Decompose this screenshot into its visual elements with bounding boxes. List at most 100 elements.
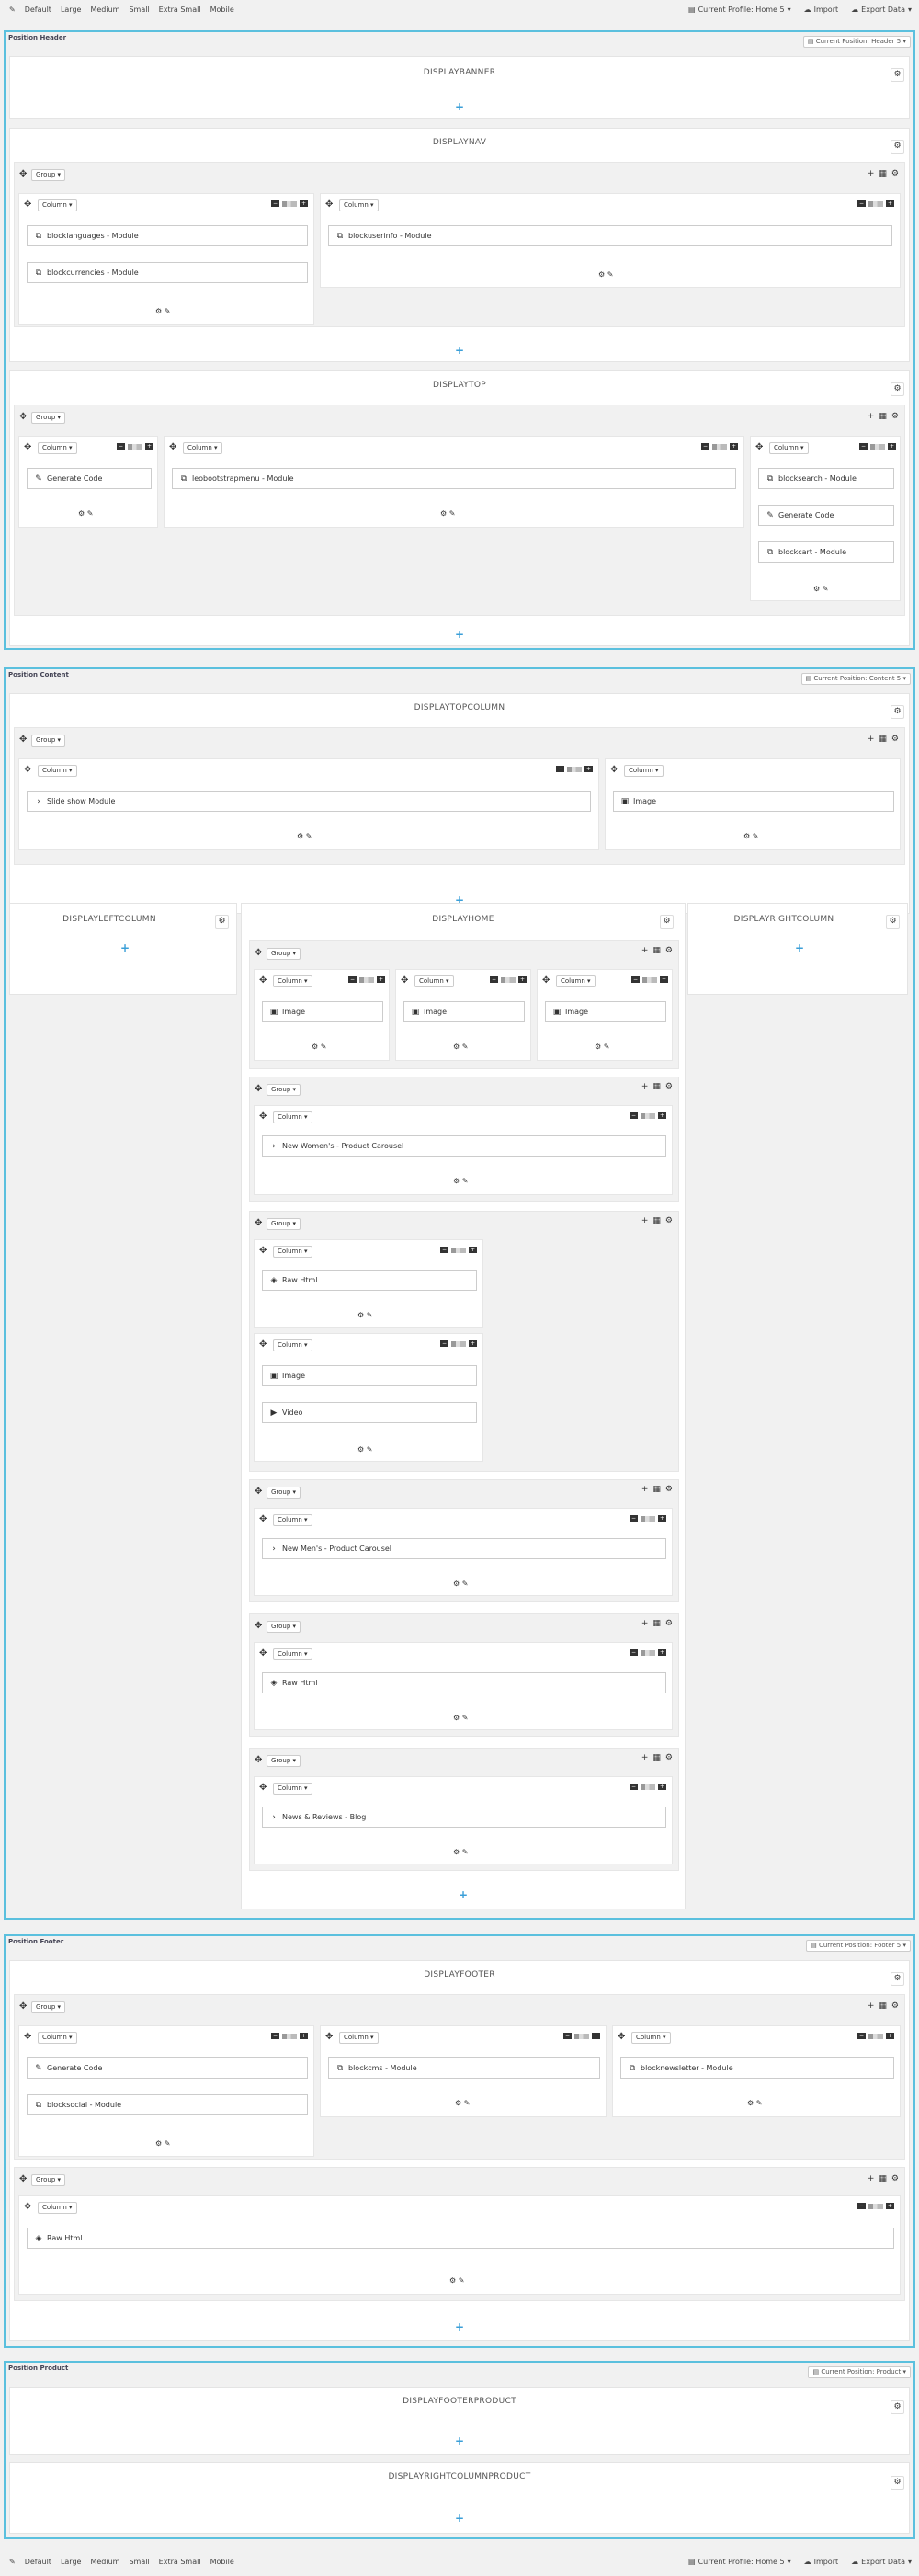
device-small[interactable]: Small	[129, 2558, 149, 2566]
plus-icon[interactable]: +	[377, 976, 385, 983]
device-medium[interactable]: Medium	[90, 2558, 119, 2566]
column-edit-icons[interactable]: ⚙ ✎	[357, 1446, 372, 1453]
column-edit-icons[interactable]: ⚙ ✎	[453, 1043, 468, 1051]
column-edit-icons[interactable]: ⚙ ✎	[449, 2277, 464, 2285]
move-icon[interactable]: ✥	[542, 976, 550, 986]
group-dropdown[interactable]: Group ▾	[267, 948, 301, 960]
profile-dropdown[interactable]: ▤ Current Profile: Home 5 ▾	[688, 2558, 791, 2566]
add-column-icon[interactable]: +	[641, 1485, 649, 1494]
gear-icon[interactable]: ⚙	[891, 2476, 904, 2490]
width-bar[interactable]	[641, 1515, 655, 1522]
device-small[interactable]: Small	[129, 6, 149, 14]
module-item[interactable]: › News & Reviews - Blog	[262, 1807, 666, 1828]
move-icon[interactable]: ✥	[24, 766, 31, 775]
width-bar[interactable]	[712, 443, 727, 450]
module-item[interactable]: ⧉ blockcms - Module	[328, 2057, 600, 2079]
column-edit-icons[interactable]: ⚙ ✎	[440, 510, 455, 518]
plus-icon[interactable]: +	[658, 1515, 666, 1522]
gear-icon[interactable]: ⚙	[886, 915, 900, 929]
plus-icon[interactable]: +	[145, 443, 153, 450]
column-dropdown[interactable]: Column ▾	[273, 1514, 312, 1526]
grid-icon[interactable]: ▦	[652, 1753, 661, 1762]
column-dropdown[interactable]: Column ▾	[38, 442, 77, 454]
column-edit-icons[interactable]: ⚙ ✎	[595, 1043, 609, 1051]
column-dropdown[interactable]: Column ▾	[273, 1783, 312, 1795]
module-item[interactable]: ⧉ blocklanguages - Module	[27, 225, 308, 246]
column-dropdown[interactable]: Column ▾	[183, 442, 222, 454]
plus-icon[interactable]: +	[469, 1247, 477, 1253]
column-edit-icons[interactable]: ⚙ ✎	[155, 308, 170, 315]
column-dropdown[interactable]: Column ▾	[414, 975, 454, 987]
add-column-icon[interactable]: +	[641, 1216, 649, 1225]
width-bar[interactable]	[451, 1247, 466, 1253]
module-item[interactable]: › Slide show Module	[27, 791, 591, 812]
move-icon[interactable]: ✥	[19, 735, 27, 745]
add-group-plus-icon[interactable]: +	[455, 101, 464, 112]
add-group-plus-icon[interactable]: +	[455, 2435, 464, 2446]
add-group-plus-icon[interactable]: +	[455, 2513, 464, 2524]
group-dropdown[interactable]: Group ▾	[267, 1218, 301, 1230]
column-edit-icons[interactable]: ⚙ ✎	[453, 1849, 468, 1856]
move-icon[interactable]: ✥	[259, 1784, 267, 1793]
group-dropdown[interactable]: Group ▾	[267, 1755, 301, 1767]
column-edit-icons[interactable]: ⚙ ✎	[297, 833, 312, 840]
add-group-plus-icon[interactable]: +	[455, 629, 464, 640]
minus-icon[interactable]: −	[631, 976, 640, 983]
move-icon[interactable]: ✥	[259, 1247, 267, 1256]
minus-icon[interactable]: −	[630, 1784, 638, 1790]
module-item[interactable]: ▶ Video	[262, 1402, 477, 1423]
add-column-icon[interactable]: +	[641, 1082, 649, 1091]
plus-icon[interactable]: +	[886, 2203, 894, 2209]
plus-icon[interactable]: +	[886, 200, 894, 207]
column-edit-icons[interactable]: ⚙ ✎	[455, 2100, 470, 2107]
width-bar[interactable]	[641, 1784, 655, 1790]
plus-icon[interactable]: +	[300, 2033, 308, 2039]
minus-icon[interactable]: −	[440, 1247, 448, 1253]
width-bar[interactable]	[642, 976, 657, 983]
move-icon[interactable]: ✥	[325, 200, 333, 210]
add-group-plus-icon[interactable]: +	[455, 2321, 464, 2332]
minus-icon[interactable]: −	[440, 1340, 448, 1347]
move-icon[interactable]: ✥	[755, 443, 763, 452]
move-icon[interactable]: ✥	[255, 1085, 262, 1094]
gear-icon[interactable]: ⚙	[891, 1972, 904, 1986]
move-icon[interactable]: ✥	[19, 170, 27, 179]
move-icon[interactable]: ✥	[259, 1112, 267, 1122]
group-dropdown[interactable]: Group ▾	[267, 1084, 301, 1096]
column-dropdown[interactable]: Column ▾	[273, 1648, 312, 1660]
module-item[interactable]: ⧉ blocknewsletter - Module	[620, 2057, 894, 2079]
module-item[interactable]: ▣ Image	[262, 1001, 383, 1022]
minus-icon[interactable]: −	[348, 976, 357, 983]
column-dropdown[interactable]: Column ▾	[556, 975, 596, 987]
module-item[interactable]: ✎ Generate Code	[27, 468, 152, 489]
gear-icon[interactable]: ⚙	[891, 2001, 899, 2011]
move-icon[interactable]: ✥	[259, 976, 267, 986]
add-group-plus-icon[interactable]: +	[795, 942, 804, 953]
add-group-plus-icon[interactable]: +	[459, 1889, 468, 1900]
gear-icon[interactable]: ⚙	[891, 412, 899, 421]
minus-icon[interactable]: −	[701, 443, 709, 450]
move-icon[interactable]: ✥	[24, 443, 31, 452]
move-icon[interactable]: ✥	[259, 1649, 267, 1658]
group-dropdown[interactable]: Group ▾	[31, 412, 66, 424]
module-item[interactable]: ⧉ blockuserinfo - Module	[328, 225, 892, 246]
group-dropdown[interactable]: Group ▾	[31, 2174, 66, 2186]
minus-icon[interactable]: −	[630, 1649, 638, 1656]
plus-icon[interactable]: +	[660, 976, 668, 983]
width-bar[interactable]	[451, 1340, 466, 1347]
gear-icon[interactable]: ⚙	[891, 68, 904, 82]
move-icon[interactable]: ✥	[255, 949, 262, 958]
export-dropdown[interactable]: ☁ Export Data ▾	[851, 6, 912, 14]
move-icon[interactable]: ✥	[259, 1340, 267, 1350]
gear-icon[interactable]: ⚙	[891, 382, 904, 396]
module-item[interactable]: ⧉ blocksocial - Module	[27, 2094, 308, 2115]
move-icon[interactable]: ✥	[259, 1515, 267, 1524]
module-item[interactable]: ✎ Generate Code	[758, 505, 894, 526]
minus-icon[interactable]: −	[630, 1112, 638, 1119]
gear-icon[interactable]: ⚙	[665, 1082, 673, 1091]
current-position-dropdown[interactable]: ▤ Current Position: Product ▾	[808, 2366, 911, 2378]
module-item[interactable]: ◈ Raw Html	[27, 2228, 894, 2249]
gear-icon[interactable]: ⚙	[660, 915, 674, 929]
column-dropdown[interactable]: Column ▾	[38, 2202, 77, 2214]
gear-icon[interactable]: ⚙	[891, 2174, 899, 2183]
